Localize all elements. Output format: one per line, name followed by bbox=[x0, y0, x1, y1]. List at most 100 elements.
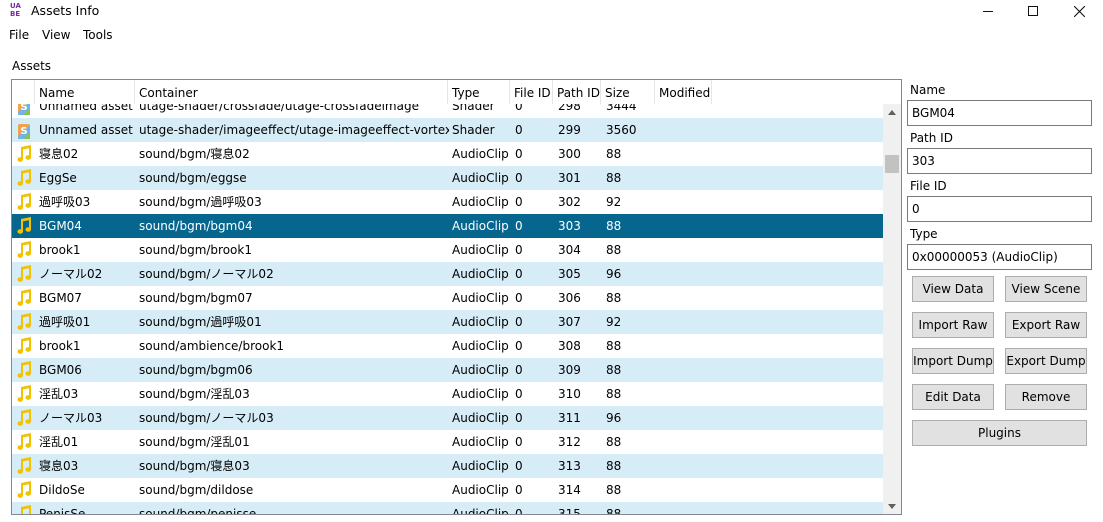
column-header-type[interactable]: Type bbox=[448, 80, 510, 104]
cell-type: AudioClip bbox=[452, 507, 509, 515]
menu-tools[interactable]: Tools bbox=[83, 28, 113, 42]
view-scene-button[interactable]: View Scene bbox=[1005, 276, 1087, 302]
column-header-name[interactable]: Name bbox=[35, 80, 135, 104]
cell-name: 淫乱03 bbox=[39, 387, 79, 401]
name-field[interactable] bbox=[907, 100, 1092, 126]
scroll-up-button[interactable] bbox=[883, 104, 901, 121]
maximize-button[interactable] bbox=[1010, 0, 1056, 22]
cell-size: 88 bbox=[606, 243, 622, 257]
cell-type: Shader bbox=[452, 123, 495, 137]
edit-data-button[interactable]: Edit Data bbox=[912, 384, 994, 410]
scroll-down-button[interactable] bbox=[883, 498, 901, 514]
music-note-icon bbox=[15, 433, 33, 451]
column-header-file-id[interactable]: File ID bbox=[510, 80, 553, 104]
cell-path-id: 304 bbox=[558, 243, 581, 257]
cell-type: AudioClip bbox=[452, 243, 509, 257]
cell-size: 88 bbox=[606, 459, 622, 473]
table-row[interactable]: BGM06 sound/bgm/bgm06 AudioClip 0 309 88 bbox=[12, 358, 883, 382]
menu-view[interactable]: View bbox=[42, 28, 70, 42]
cell-modified bbox=[660, 502, 720, 514]
table-row[interactable]: brook1 sound/ambience/brook1 AudioClip 0 308… bbox=[12, 334, 883, 358]
file-id-field[interactable] bbox=[907, 196, 1092, 222]
table-row[interactable]: S Unnamed asset utage-shader/imageeffect/u… bbox=[12, 118, 883, 142]
music-note-icon bbox=[15, 505, 33, 514]
cell-path-id: 315 bbox=[558, 507, 581, 515]
table-row[interactable]: PenisSe sound/bgm/penisse AudioClip 0 315 88 bbox=[12, 502, 883, 515]
path-id-field[interactable] bbox=[907, 148, 1092, 174]
cell-type: AudioClip bbox=[452, 435, 509, 449]
cell-container: sound/bgm/ノーマル03 bbox=[139, 411, 274, 425]
cell-modified bbox=[660, 310, 720, 334]
cell-size: 88 bbox=[606, 363, 622, 377]
cell-file-id: 0 bbox=[515, 435, 523, 449]
list-rows: S Unnamed asset utage-shader/crossfade/uta… bbox=[12, 104, 883, 515]
table-row[interactable]: 淫乱03 sound/bgm/淫乱03 AudioClip 0 310 88 bbox=[12, 382, 883, 406]
export-dump-button[interactable]: Export Dump bbox=[1005, 348, 1087, 374]
cell-size: 96 bbox=[606, 411, 622, 425]
cell-container: sound/bgm/eggse bbox=[139, 171, 247, 185]
table-row[interactable]: DildoSe sound/bgm/dildose AudioClip 0 314 88 bbox=[12, 478, 883, 502]
cell-file-id: 0 bbox=[515, 104, 523, 113]
column-header-icon[interactable] bbox=[12, 80, 35, 104]
close-icon bbox=[1073, 5, 1085, 17]
column-header-modified[interactable]: Modified bbox=[655, 80, 712, 104]
cell-modified bbox=[660, 454, 720, 478]
asset-list[interactable]: Name Container Type File ID Path ID Size… bbox=[11, 79, 902, 515]
column-header-filler bbox=[712, 80, 882, 104]
cell-container: sound/bgm/過呼吸03 bbox=[139, 195, 262, 209]
column-header-container[interactable]: Container bbox=[135, 80, 448, 104]
cell-container: sound/bgm/淫乱01 bbox=[139, 435, 250, 449]
assets-group-label: Assets bbox=[12, 59, 52, 73]
import-raw-button[interactable]: Import Raw bbox=[912, 312, 994, 338]
scroll-thumb[interactable] bbox=[885, 155, 899, 173]
menu-file[interactable]: File bbox=[9, 28, 29, 42]
table-row[interactable]: 過呼吸01 sound/bgm/過呼吸01 AudioClip 0 307 92 bbox=[12, 310, 883, 334]
table-row[interactable]: 過呼吸03 sound/bgm/過呼吸03 AudioClip 0 302 92 bbox=[12, 190, 883, 214]
column-header-path-id[interactable]: Path ID bbox=[553, 80, 601, 104]
cell-path-id: 310 bbox=[558, 387, 581, 401]
cell-size: 88 bbox=[606, 291, 622, 305]
cell-type: AudioClip bbox=[452, 291, 509, 305]
column-header-size[interactable]: Size bbox=[601, 80, 655, 104]
cell-container: sound/bgm/淫乱03 bbox=[139, 387, 250, 401]
table-row[interactable]: 寝息03 sound/bgm/寝息03 AudioClip 0 313 88 bbox=[12, 454, 883, 478]
cell-type: Shader bbox=[452, 104, 495, 113]
table-row[interactable]: S Unnamed asset utage-shader/crossfade/uta… bbox=[12, 104, 883, 118]
cell-name: BGM04 bbox=[39, 219, 82, 233]
cell-file-id: 0 bbox=[515, 483, 523, 497]
table-row[interactable]: BGM07 sound/bgm/bgm07 AudioClip 0 306 88 bbox=[12, 286, 883, 310]
table-row[interactable]: ノーマル02 sound/bgm/ノーマル02 AudioClip 0 305 96 bbox=[12, 262, 883, 286]
export-raw-button[interactable]: Export Raw bbox=[1005, 312, 1087, 338]
cell-path-id: 312 bbox=[558, 435, 581, 449]
table-row[interactable]: BGM04 sound/bgm/bgm04 AudioClip 0 303 88 bbox=[12, 214, 883, 238]
cell-name: ノーマル02 bbox=[39, 267, 103, 281]
cell-name: EggSe bbox=[39, 171, 77, 185]
cell-modified bbox=[660, 214, 720, 238]
cell-name: 寝息03 bbox=[39, 459, 79, 473]
plugins-button[interactable]: Plugins bbox=[912, 420, 1087, 446]
cell-name: BGM07 bbox=[39, 291, 82, 305]
music-note-icon bbox=[15, 145, 33, 163]
cell-container: sound/bgm/penisse bbox=[139, 507, 257, 515]
close-button[interactable] bbox=[1056, 0, 1102, 22]
table-row[interactable]: 寝息02 sound/bgm/寝息02 AudioClip 0 300 88 bbox=[12, 142, 883, 166]
cell-container: sound/bgm/dildose bbox=[139, 483, 254, 497]
type-field[interactable] bbox=[907, 244, 1092, 270]
minimize-button[interactable] bbox=[965, 0, 1011, 22]
view-data-button[interactable]: View Data bbox=[912, 276, 994, 302]
vertical-scrollbar[interactable] bbox=[883, 104, 901, 514]
table-row[interactable]: brook1 sound/bgm/brook1 AudioClip 0 304 88 bbox=[12, 238, 883, 262]
cell-size: 92 bbox=[606, 195, 622, 209]
import-dump-button[interactable]: Import Dump bbox=[912, 348, 994, 374]
cell-modified bbox=[660, 262, 720, 286]
cell-modified bbox=[660, 478, 720, 502]
table-row[interactable]: 淫乱01 sound/bgm/淫乱01 AudioClip 0 312 88 bbox=[12, 430, 883, 454]
cell-type: AudioClip bbox=[452, 219, 509, 233]
cell-modified bbox=[660, 358, 720, 382]
table-row[interactable]: EggSe sound/bgm/eggse AudioClip 0 301 88 bbox=[12, 166, 883, 190]
cell-modified bbox=[660, 118, 720, 142]
cell-type: AudioClip bbox=[452, 387, 509, 401]
cell-name: Unnamed asset bbox=[39, 123, 133, 137]
remove-button[interactable]: Remove bbox=[1005, 384, 1087, 410]
table-row[interactable]: ノーマル03 sound/bgm/ノーマル03 AudioClip 0 311 96 bbox=[12, 406, 883, 430]
